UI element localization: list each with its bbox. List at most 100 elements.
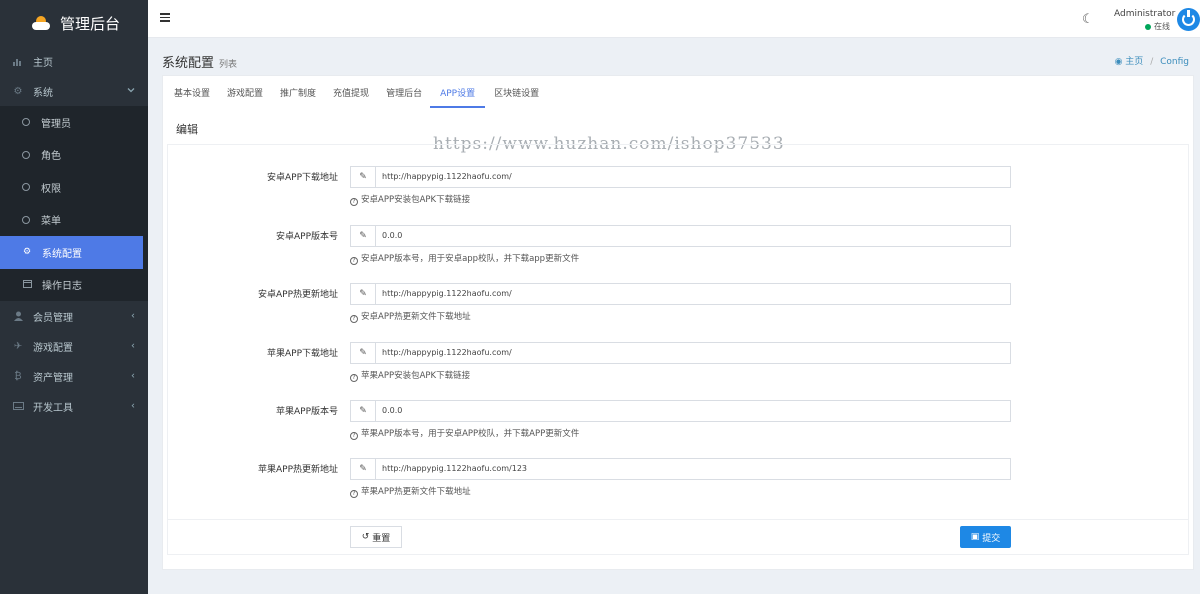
system-submenu: 管理员 角色 权限 菜单 ⚙ 系统配置 操作日志 — [0, 106, 148, 301]
plane-icon: ✈ — [13, 340, 23, 352]
sidebar-item-label: 资产管理 — [33, 372, 73, 384]
save-icon: ▣ — [970, 532, 980, 542]
chevron-left-icon: ‹ — [131, 310, 135, 322]
question-icon: ? — [350, 374, 358, 382]
chevron-down-icon — [127, 86, 135, 97]
question-icon: ? — [350, 432, 358, 440]
circle-icon — [22, 150, 30, 159]
sidebar-item-permissions[interactable]: 权限 — [0, 171, 148, 204]
sidebar-item-admins[interactable]: 管理员 — [0, 106, 148, 139]
help-text: ? 安卓APP热更新文件下载地址 — [350, 310, 471, 323]
android-version-input[interactable]: ✎ 0.0.0 — [350, 225, 1011, 247]
field-label: 苹果APP下载地址 — [266, 349, 338, 359]
chevron-left-icon: ‹ — [131, 340, 135, 352]
ios-hotupdate-url-input[interactable]: ✎ http://happypig.1122haofu.com/123 — [350, 458, 1011, 480]
dashboard-icon: ◉ — [1114, 57, 1123, 67]
page-title: 系统配置 列表 — [162, 56, 238, 71]
brand[interactable]: 管理后台 — [0, 0, 148, 46]
field-label: 苹果APP版本号 — [275, 407, 338, 417]
calendar-icon — [22, 279, 32, 291]
sidebar-item-members[interactable]: 会员管理 ‹ — [0, 301, 148, 331]
page-subtitle: 列表 — [219, 60, 238, 70]
ios-download-url-input[interactable]: ✎ http://happypig.1122haofu.com/ — [350, 342, 1011, 364]
help-text: ? 苹果APP热更新文件下载地址 — [350, 485, 471, 498]
sidebar-item-game-config[interactable]: ✈ 游戏配置 ‹ — [0, 331, 148, 361]
sidebar-item-label: 会员管理 — [33, 312, 73, 324]
app-title: 管理后台 — [60, 14, 121, 33]
sidebar-item-dev-tools[interactable]: 开发工具 ‹ — [0, 391, 148, 421]
input-value[interactable]: 0.0.0 — [376, 401, 402, 421]
ios-version-input[interactable]: ✎ 0.0.0 — [350, 400, 1011, 422]
bar-chart-icon — [12, 55, 24, 67]
cogs-icon: ⚙ — [22, 247, 32, 258]
tab-recharge[interactable]: 充值提现 — [333, 76, 369, 108]
gear-icon: ⚙ — [13, 85, 23, 97]
tabs: 基本设置 游戏配置 推广制度 充值提现 管理后台 APP设置 区块链设置 — [163, 76, 545, 108]
help-text: ? 苹果APP版本号，用于安卓APP校队，并下载APP更新文件 — [350, 427, 579, 440]
field-label: 安卓APP下载地址 — [266, 173, 338, 183]
breadcrumb: ◉ 主页 / Config — [1114, 57, 1189, 67]
pencil-icon: ✎ — [351, 167, 376, 187]
sidebar-item-label: 游戏配置 — [33, 342, 73, 354]
sidebar-item-system[interactable]: ⚙ 系统 — [0, 76, 148, 106]
tab-blockchain[interactable]: 区块链设置 — [494, 76, 539, 108]
reset-button[interactable]: ↺ 重置 — [350, 526, 402, 548]
tab-promotion[interactable]: 推广制度 — [280, 76, 316, 108]
sidebar-item-label: 菜单 — [41, 216, 61, 228]
sidebar-item-label: 主页 — [33, 57, 53, 69]
topbar: ☾ Administrator 在线 — [148, 0, 1200, 38]
user-info[interactable]: Administrator 在线 — [1114, 9, 1176, 32]
input-value[interactable]: http://happypig.1122haofu.com/ — [376, 284, 512, 304]
sidebar-item-assets[interactable]: ₿ 资产管理 ‹ — [0, 361, 148, 391]
keyboard-icon — [12, 400, 24, 412]
sidebar-item-menus[interactable]: 菜单 — [0, 204, 148, 237]
pencil-icon: ✎ — [351, 343, 376, 363]
power-icon[interactable] — [1177, 8, 1200, 31]
input-value[interactable]: http://happypig.1122haofu.com/123 — [376, 459, 527, 479]
field-label: 安卓APP版本号 — [275, 232, 338, 242]
bitcoin-icon: ₿ — [14, 370, 22, 382]
chevron-left-icon: ‹ — [131, 370, 135, 382]
question-icon: ? — [350, 257, 358, 265]
input-value[interactable]: 0.0.0 — [376, 226, 402, 246]
breadcrumb-current[interactable]: Config — [1160, 57, 1189, 67]
sidebar-item-label: 管理员 — [41, 118, 71, 130]
circle-icon — [22, 215, 30, 224]
moon-icon[interactable]: ☾ — [1082, 12, 1094, 27]
tab-game[interactable]: 游戏配置 — [227, 76, 263, 108]
undo-icon: ↺ — [361, 532, 370, 542]
hamburger-icon[interactable] — [160, 13, 170, 22]
circle-icon — [22, 118, 30, 127]
input-value[interactable]: http://happypig.1122haofu.com/ — [376, 343, 512, 363]
pencil-icon: ✎ — [351, 401, 376, 421]
field-label: 安卓APP热更新地址 — [257, 290, 338, 300]
online-dot-icon — [1145, 23, 1151, 30]
sidebar-item-system-config[interactable]: ⚙ 系统配置 — [0, 236, 143, 269]
sidebar-item-operation-log[interactable]: 操作日志 — [0, 269, 148, 302]
sidebar-menu: 主页 ⚙ 系统 — [0, 46, 148, 106]
help-text: ? 安卓APP版本号，用于安卓app校队，并下载app更新文件 — [350, 252, 579, 265]
sidebar-item-label: 角色 — [41, 151, 61, 163]
breadcrumb-home[interactable]: 主页 — [1125, 57, 1143, 67]
tab-app[interactable]: APP设置 — [430, 76, 486, 108]
pencil-icon: ✎ — [351, 226, 376, 246]
question-icon: ? — [350, 490, 358, 498]
android-hotupdate-url-input[interactable]: ✎ http://happypig.1122haofu.com/ — [350, 283, 1011, 305]
sidebar-item-label: 权限 — [41, 183, 61, 195]
sidebar-item-home[interactable]: 主页 — [0, 46, 148, 76]
pencil-icon: ✎ — [351, 459, 376, 479]
tab-admin[interactable]: 管理后台 — [386, 76, 422, 108]
pencil-icon: ✎ — [351, 284, 376, 304]
submit-button[interactable]: ▣ 提交 — [960, 526, 1011, 548]
help-text: ? 安卓APP安装包APK下载链接 — [350, 193, 470, 206]
logo-icon — [32, 16, 50, 30]
section-title: 编辑 — [176, 123, 198, 136]
input-value[interactable]: http://happypig.1122haofu.com/ — [376, 167, 512, 187]
android-download-url-input[interactable]: ✎ http://happypig.1122haofu.com/ — [350, 166, 1011, 188]
tab-basic[interactable]: 基本设置 — [174, 76, 210, 108]
sidebar-item-roles[interactable]: 角色 — [0, 139, 148, 172]
circle-icon — [22, 183, 30, 192]
question-icon: ? — [350, 315, 358, 323]
sidebar-item-label: 操作日志 — [42, 281, 82, 293]
user-name: Administrator — [1114, 9, 1176, 19]
